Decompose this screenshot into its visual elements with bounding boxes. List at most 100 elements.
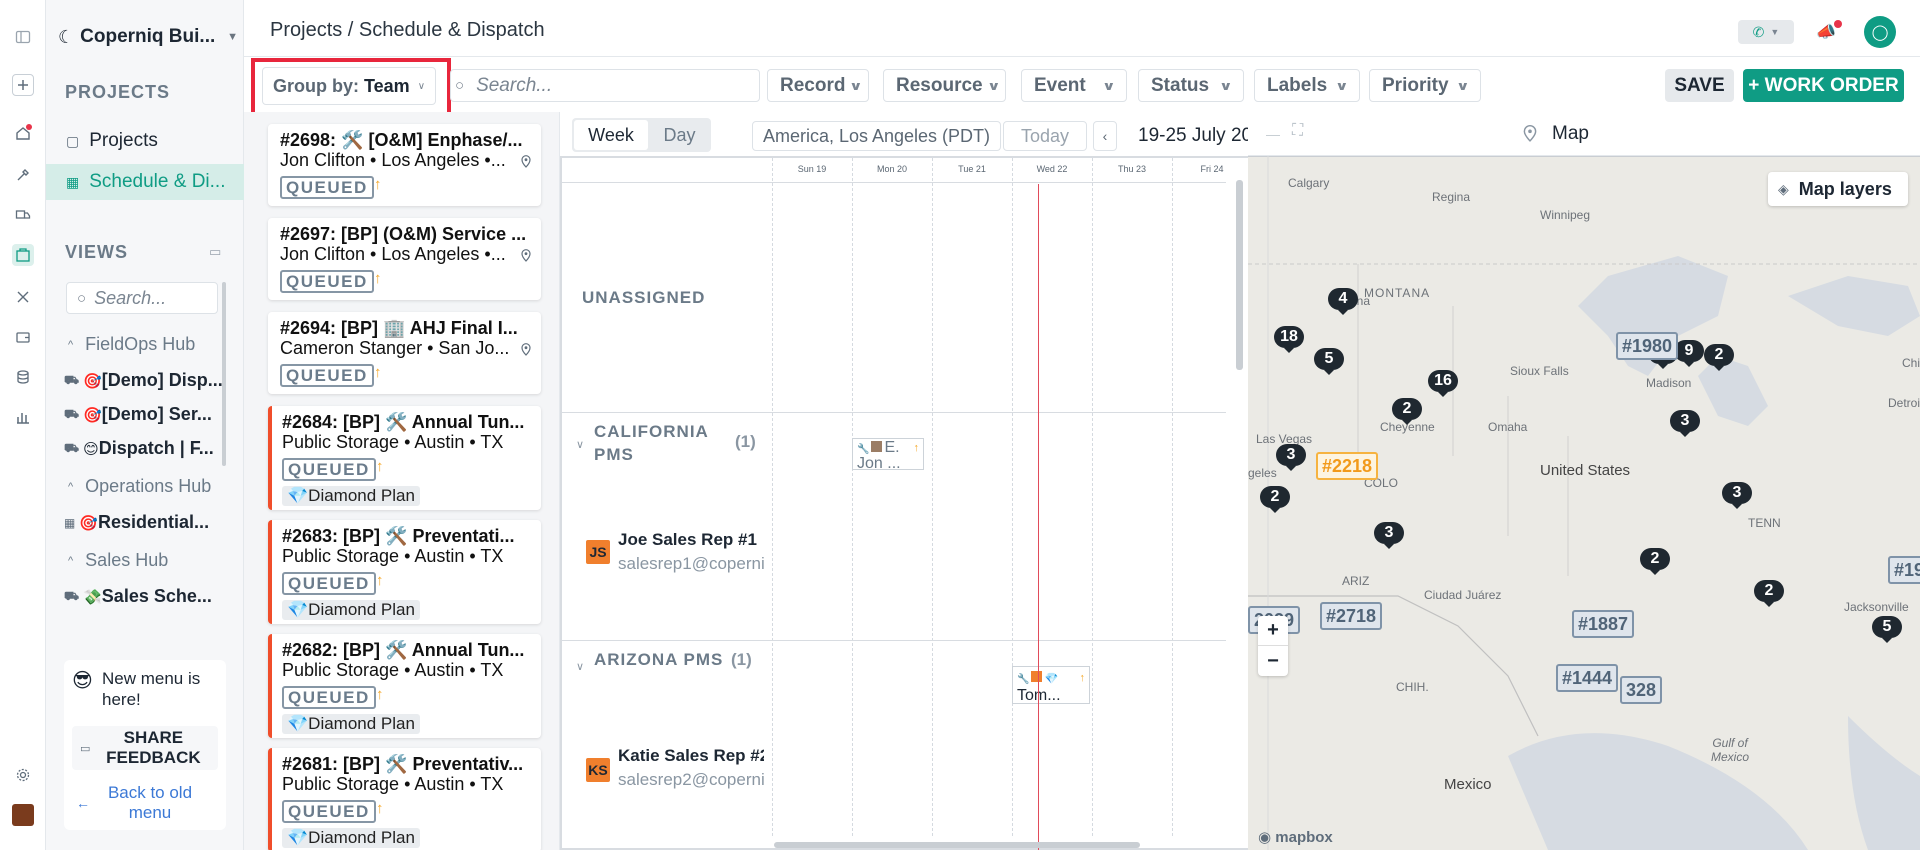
share-feedback-button[interactable]: ▭ SHARE FEEDBACK: [72, 726, 218, 770]
map-cluster-marker[interactable]: 2: [1260, 486, 1290, 513]
sidebar-item-label: Schedule & Di...: [89, 171, 226, 192]
megaphone-icon[interactable]: 📣: [1816, 22, 1836, 42]
filter-record[interactable]: Record ∨: [767, 69, 869, 102]
map-cluster-marker[interactable]: 3: [1722, 482, 1752, 509]
collapse-chevron-icon[interactable]: ∨: [576, 438, 584, 451]
priority-arrow-icon: ↑: [374, 176, 382, 193]
map-project-tag[interactable]: #2718: [1320, 602, 1383, 630]
status-badge: QUEUED: [282, 686, 376, 709]
view-item-residential[interactable]: ▦ 🎯 Residential...: [64, 512, 224, 533]
filter-resource[interactable]: Resource ∨: [883, 69, 1006, 102]
minimize-icon[interactable]: —: [1266, 126, 1280, 142]
work-order-card[interactable]: #2684: [BP] 🛠️ Annual Tun... Public Stor…: [268, 406, 541, 510]
plan-badge: 💎Diamond Plan: [282, 714, 420, 734]
filter-labels[interactable]: Labels ∨: [1254, 69, 1360, 102]
view-item-demo-dispatch[interactable]: ⛟ 🎯 [Demo] Disp...: [64, 370, 224, 391]
fullscreen-icon[interactable]: ⛶: [1292, 122, 1303, 140]
map-project-tag-highlighted[interactable]: #2218: [1316, 452, 1379, 480]
wallet-icon[interactable]: [12, 326, 34, 348]
location-pin-icon: [521, 249, 531, 262]
map-cluster-marker[interactable]: 5: [1314, 348, 1344, 375]
back-old-menu-link[interactable]: ← Back to old menu: [72, 782, 218, 824]
database-icon[interactable]: [12, 366, 34, 388]
sidebar-toggle-icon[interactable]: [12, 26, 34, 48]
view-item-demo-service[interactable]: ⛟ 🎯 [Demo] Ser...: [64, 404, 224, 425]
filter-status[interactable]: Status ∨: [1138, 69, 1244, 102]
horizontal-scrollbar[interactable]: [774, 842, 1140, 848]
workspace-switcher[interactable]: ☾ Coperniq Bui... ▼: [58, 24, 238, 50]
coperniq-logo-icon: ☾: [58, 26, 75, 47]
zoom-in-button[interactable]: +: [1258, 616, 1288, 646]
filter-event[interactable]: Event ∨: [1021, 69, 1127, 102]
timezone-select[interactable]: America, Los Angeles (PDT): [752, 121, 1001, 151]
view-item-dispatch[interactable]: ⛟ 😊 Dispatch | F...: [64, 438, 224, 459]
map-project-tag[interactable]: 328: [1620, 676, 1663, 704]
truck-icon[interactable]: [12, 204, 34, 226]
map-project-tag[interactable]: #19: [1888, 556, 1920, 584]
group-fieldops-hub[interactable]: ^ FieldOps Hub: [68, 334, 195, 355]
schedule-event[interactable]: 🔧 E. ↑ Jon ...: [852, 438, 924, 470]
map-cluster-marker[interactable]: 2: [1640, 548, 1670, 575]
work-order-card[interactable]: #2697: [BP] (O&M) Service ... Jon Clifto…: [268, 218, 541, 300]
work-order-card[interactable]: #2681: [BP] 🛠️ Preventativ... Public Sto…: [268, 748, 541, 850]
map-cluster-marker[interactable]: 18: [1274, 326, 1304, 353]
add-icon[interactable]: [12, 74, 34, 96]
map-cluster-marker[interactable]: 3: [1670, 410, 1700, 437]
sidebar-item-schedule[interactable]: ▦ Schedule & Di...: [46, 164, 244, 200]
tools-icon[interactable]: [12, 164, 34, 186]
add-folder-icon[interactable]: ▭: [209, 244, 221, 260]
group-by-value: Team: [364, 75, 410, 96]
work-order-card[interactable]: #2698: 🛠️ [O&M] Enphase/... Jon Clifton …: [268, 124, 541, 206]
home-icon[interactable]: [12, 122, 34, 144]
truck-icon: ⛟: [64, 440, 80, 455]
chart-icon[interactable]: [12, 406, 34, 428]
work-order-card[interactable]: #2694: [BP] 🏢 AHJ Final I... Cameron Sta…: [268, 312, 541, 394]
schedule-event[interactable]: 🔧💎↑ Tom...: [1012, 666, 1090, 704]
calendar-icon: ▦: [64, 515, 76, 530]
map-project-tag[interactable]: #1980: [1616, 332, 1679, 360]
toolbar-search-input[interactable]: ○ Search...: [450, 69, 760, 102]
work-order-card[interactable]: #2683: [BP] 🛠️ Preventati... Public Stor…: [268, 520, 541, 624]
add-work-order-button[interactable]: + WORK ORDER: [1743, 69, 1904, 102]
smile-emoji-icon: 😊: [83, 440, 99, 458]
save-button[interactable]: SAVE: [1665, 69, 1734, 102]
user-avatar[interactable]: [12, 804, 34, 826]
collapse-chevron-icon[interactable]: ∨: [576, 660, 584, 673]
schedule-icon[interactable]: [12, 244, 34, 266]
map-cluster-marker[interactable]: 3: [1276, 444, 1306, 471]
schedule-scrollbar[interactable]: [1236, 180, 1243, 370]
sidebar-item-projects[interactable]: ▢ Projects: [46, 124, 244, 158]
new-menu-text: New menu is here!: [102, 669, 201, 709]
chat-bubble-icon[interactable]: ◯: [1864, 16, 1896, 48]
group-sales-hub[interactable]: ^ Sales Hub: [68, 550, 168, 571]
map-project-tag[interactable]: #1444: [1556, 664, 1619, 692]
filter-priority[interactable]: Priority ∨: [1369, 69, 1481, 102]
map-canvas[interactable]: Calgary Regina Winnipeg Helena MONTANA S…: [1248, 156, 1920, 850]
map-layers-button[interactable]: ◈ Map layers: [1768, 172, 1908, 206]
prev-week-button[interactable]: ‹: [1093, 121, 1117, 151]
phone-dropdown[interactable]: ✆ ▼: [1738, 20, 1794, 44]
settings-gear-icon[interactable]: [12, 764, 34, 786]
day-view-button[interactable]: Day: [650, 120, 709, 150]
map-cluster-marker[interactable]: 16: [1428, 370, 1458, 397]
map-cluster-marker[interactable]: 4: [1328, 288, 1358, 315]
map-cluster-marker[interactable]: 5: [1872, 616, 1902, 643]
priority-arrow-icon: ↑: [1079, 672, 1086, 684]
map-cluster-marker[interactable]: 3: [1374, 522, 1404, 549]
group-operations-hub[interactable]: ^ Operations Hub: [68, 476, 211, 497]
week-view-button[interactable]: Week: [574, 120, 648, 150]
map-project-tag[interactable]: #1887: [1572, 610, 1635, 638]
mapbox-attribution[interactable]: ◉ mapbox: [1258, 828, 1333, 846]
map-cluster-marker[interactable]: 2: [1704, 344, 1734, 371]
views-search-input[interactable]: ○ Search...: [66, 282, 218, 314]
map-cluster-marker[interactable]: 9: [1674, 340, 1704, 367]
wrench-icon[interactable]: [12, 286, 34, 308]
zoom-out-button[interactable]: −: [1258, 646, 1288, 676]
map-cluster-marker[interactable]: 2: [1392, 398, 1422, 425]
group-by-dropdown[interactable]: Group by: Team ∨: [262, 67, 436, 105]
map-place-label: geles: [1248, 466, 1277, 480]
map-cluster-marker[interactable]: 2: [1754, 580, 1784, 607]
today-button[interactable]: Today: [1003, 121, 1087, 151]
work-order-card[interactable]: #2682: [BP] 🛠️ Annual Tun... Public Stor…: [268, 634, 541, 738]
view-item-sales-schedule[interactable]: ⛟ 💸 Sales Sche...: [64, 586, 224, 607]
